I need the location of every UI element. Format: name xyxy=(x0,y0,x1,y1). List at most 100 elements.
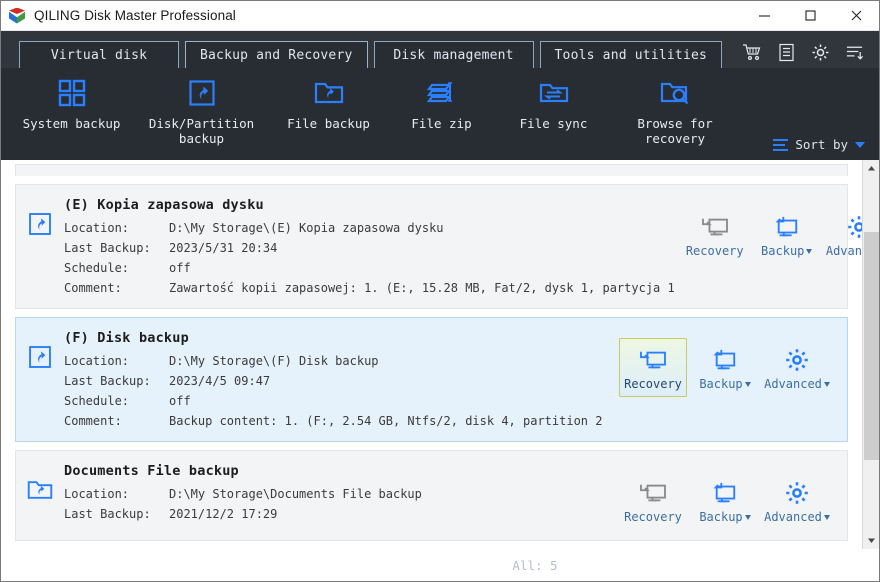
folder-backup-icon xyxy=(16,463,64,503)
action-label: Backup xyxy=(699,377,743,391)
chevron-down-icon xyxy=(823,514,830,520)
field-value: D:\My Storage\(F) Disk backup xyxy=(169,354,379,368)
backup-card[interactable]: (E) Kopia zapasowa dysku Location: D:\My… xyxy=(15,184,862,309)
recovery-button[interactable]: Recovery xyxy=(619,338,687,397)
action-label: Advanced xyxy=(825,244,862,258)
cart-icon[interactable] xyxy=(741,41,763,63)
field-key: Location: xyxy=(64,487,130,501)
field-key: Schedule: xyxy=(64,394,130,408)
advanced-button[interactable]: Advanced xyxy=(763,471,831,530)
sort-lines-icon xyxy=(773,138,789,151)
action-label: Advanced xyxy=(764,377,822,391)
backup-card[interactable]: Documents File backup Location: D:\My St… xyxy=(15,450,848,541)
chevron-down-icon xyxy=(823,381,830,387)
field-key: Last Backup: xyxy=(64,507,151,521)
backup-monitor-icon xyxy=(711,478,739,508)
gear-icon xyxy=(846,212,862,242)
advanced-button[interactable]: Advanced xyxy=(763,338,831,397)
maximize-icon[interactable] xyxy=(787,1,833,31)
backup-field-last-backup: Last Backup: 2023/5/31 20:34 xyxy=(64,238,675,258)
toolbar-item-label: File backup xyxy=(287,116,370,131)
field-key: Comment: xyxy=(64,414,122,428)
field-value: off xyxy=(169,261,191,275)
status-bar: All: 5 xyxy=(1,549,879,581)
app-cube-icon xyxy=(8,7,26,25)
partial-card-above[interactable] xyxy=(15,164,848,176)
field-key: Comment: xyxy=(64,281,122,295)
backup-card[interactable]: (F) Disk backup Location: D:\My Storage\… xyxy=(15,317,848,442)
toolbar-item-file-backup[interactable]: File backup xyxy=(276,76,381,131)
action-label-row: Advanced xyxy=(826,244,862,258)
backup-card-actions: Recovery Backup xyxy=(619,330,847,397)
field-value: off xyxy=(169,394,191,408)
folder-sync-icon xyxy=(538,76,570,110)
scroll-up-arrow-icon[interactable] xyxy=(863,160,880,177)
scroll-down-arrow-icon[interactable] xyxy=(863,532,880,549)
vertical-scrollbar[interactable] xyxy=(862,160,879,549)
field-key: Last Backup: xyxy=(64,241,151,255)
tab-virtual-disk[interactable]: Virtual disk xyxy=(19,41,179,69)
action-label-row: Recovery xyxy=(686,244,744,258)
advanced-button[interactable]: Advanced xyxy=(825,205,862,264)
window-controls xyxy=(741,1,879,31)
recovery-monitor-icon xyxy=(639,345,667,375)
recovery-button[interactable]: Recovery xyxy=(681,205,749,264)
minimize-icon[interactable] xyxy=(741,1,787,31)
tab-label: Virtual disk xyxy=(50,48,148,63)
toolbar-item-file-sync[interactable]: File sync xyxy=(501,76,606,131)
list-document-icon[interactable] xyxy=(775,41,797,63)
gear-icon[interactable] xyxy=(809,41,831,63)
backup-field-comment: Comment: Zawartość kopii zapasowej: 1. (… xyxy=(64,278,675,298)
grid-squares-icon xyxy=(57,76,87,110)
all-count-label: All: 5 xyxy=(512,558,558,573)
toolbar-item-file-zip[interactable]: File zip xyxy=(389,76,494,131)
tab-tools-and-utilities[interactable]: Tools and utilities xyxy=(539,41,723,69)
action-label: Backup xyxy=(699,510,743,524)
backup-field-schedule: Schedule: off xyxy=(64,258,675,278)
action-label: Recovery xyxy=(624,510,682,524)
tab-disk-management[interactable]: Disk management xyxy=(373,41,534,69)
toolbar-item-label: System backup xyxy=(22,116,121,131)
main-toolbar: System backup Disk/Partition backup File… xyxy=(1,68,879,160)
backup-card-actions: Recovery Backup xyxy=(681,197,862,264)
backup-monitor-icon xyxy=(773,212,801,242)
backup-field-location: Location: D:\My Storage\(E) Kopia zapaso… xyxy=(64,218,675,238)
tab-backup-and-recovery[interactable]: Backup and Recovery xyxy=(185,41,368,69)
field-value: 2021/12/2 17:29 xyxy=(169,507,278,521)
backup-field-last-backup: Last Backup: 2023/4/5 09:47 xyxy=(64,371,613,391)
toolbar-item-disk-partition-backup[interactable]: Disk/Partition backup xyxy=(149,76,254,146)
action-label-row: Backup xyxy=(761,244,813,258)
field-value: Zawartość kopii zapasowej: 1. (E:, 15.28… xyxy=(169,281,675,295)
toolbar-item-browse-for-recovery[interactable]: Browse for recovery xyxy=(615,76,735,146)
backup-button[interactable]: Backup xyxy=(753,205,821,264)
chevron-down-icon xyxy=(744,514,751,520)
backup-button[interactable]: Backup xyxy=(691,471,759,530)
tab-bar-icons xyxy=(741,41,879,68)
field-key: Location: xyxy=(64,221,130,235)
action-label-row: Advanced xyxy=(764,510,830,524)
sort-by-button[interactable]: Sort by xyxy=(773,137,865,152)
recovery-button[interactable]: Recovery xyxy=(619,471,687,530)
folder-search-icon xyxy=(659,76,691,110)
scrollbar-thumb[interactable] xyxy=(863,232,879,460)
toolbar-item-system-backup[interactable]: System backup xyxy=(19,76,124,131)
chevron-down-icon xyxy=(806,248,813,254)
backup-card-body: (E) Kopia zapasowa dysku Location: D:\My… xyxy=(64,197,681,298)
scrollbar-track[interactable] xyxy=(863,177,880,532)
backup-button[interactable]: Backup xyxy=(691,338,759,397)
disk-partition-icon xyxy=(16,330,64,370)
toolbar-item-label: File sync xyxy=(519,116,588,131)
toolbar-item-label: Browse for recovery xyxy=(637,116,713,146)
gear-icon xyxy=(784,345,810,375)
menu-sort-icon[interactable] xyxy=(843,41,865,63)
toolbar-item-label: Disk/Partition backup xyxy=(148,116,255,146)
app-window: QILING Disk Master Professional Virtual … xyxy=(0,0,880,582)
title-bar: QILING Disk Master Professional xyxy=(1,1,879,31)
action-label: Backup xyxy=(761,244,805,258)
close-icon[interactable] xyxy=(833,1,879,31)
tab-label: Backup and Recovery xyxy=(200,48,353,63)
disk-partition-icon xyxy=(16,197,64,237)
field-value: D:\My Storage\(E) Kopia zapasowa dysku xyxy=(169,221,444,235)
field-key: Last Backup: xyxy=(64,374,151,388)
backup-field-schedule: Schedule: off xyxy=(64,391,613,411)
